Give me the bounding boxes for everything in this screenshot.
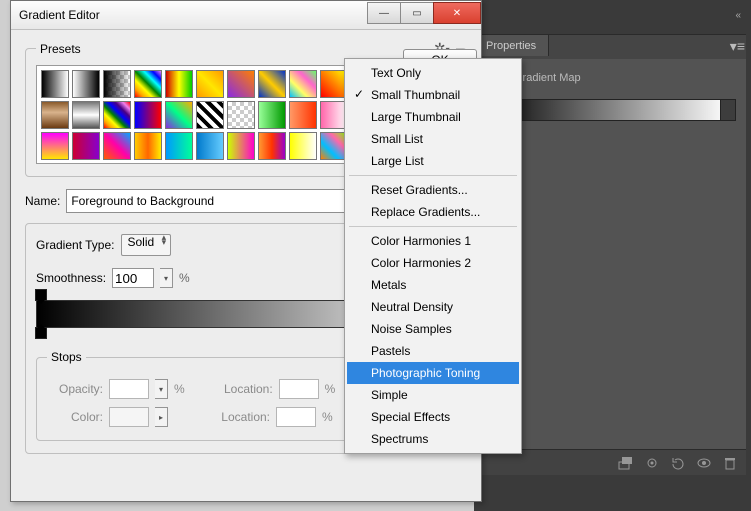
reset-icon[interactable] [670, 456, 686, 470]
tab-properties[interactable]: Properties [474, 35, 549, 56]
menu-item-replace-gradients[interactable]: Replace Gradients... [347, 201, 519, 223]
panel-flyout-icon[interactable]: ▾≡ [730, 38, 745, 55]
menu-item-metals[interactable]: Metals [347, 274, 519, 296]
window-minimize-button[interactable]: — [367, 2, 401, 24]
menu-item-photographic-toning[interactable]: Photographic Toning [347, 362, 519, 384]
preset-grid [36, 65, 352, 164]
preset-swatch[interactable] [72, 132, 100, 160]
location-label: Location: [217, 382, 273, 396]
menu-item-reset-gradients[interactable]: Reset Gradients... [347, 179, 519, 201]
dialog-title: Gradient Editor [19, 8, 367, 22]
preset-swatch[interactable] [289, 132, 317, 160]
smoothness-field[interactable] [112, 268, 154, 288]
view-previous-icon[interactable] [644, 456, 660, 470]
preset-swatch[interactable] [72, 70, 100, 98]
preset-swatch[interactable] [258, 101, 286, 129]
menu-item-small-thumbnail[interactable]: Small Thumbnail [347, 84, 519, 106]
preset-swatch[interactable] [103, 70, 131, 98]
panel-expand-icon[interactable]: « [735, 10, 741, 21]
preset-swatch[interactable] [103, 101, 131, 129]
menu-item-text-only[interactable]: Text Only [347, 62, 519, 84]
menu-item-special-effects[interactable]: Special Effects [347, 406, 519, 428]
opacity-dropdown: ▾ [155, 379, 168, 399]
gradient-map-picker-caret[interactable] [720, 99, 736, 121]
opacity-label: Opacity: [47, 382, 103, 396]
menu-item-noise-samples[interactable]: Noise Samples [347, 318, 519, 340]
stop-color-swatch [109, 407, 149, 427]
preset-swatch[interactable] [165, 132, 193, 160]
preset-swatch[interactable] [165, 70, 193, 98]
preset-swatch[interactable] [227, 132, 255, 160]
name-label: Name: [25, 194, 60, 208]
preset-swatch[interactable] [196, 101, 224, 129]
preset-swatch[interactable] [165, 101, 193, 129]
preset-swatch[interactable] [134, 132, 162, 160]
percent-label: % [325, 382, 336, 396]
color-label: Color: [47, 410, 103, 424]
stops-legend: Stops [47, 350, 86, 364]
preset-swatch[interactable] [258, 132, 286, 160]
preset-swatch[interactable] [41, 101, 69, 129]
preset-swatch[interactable] [227, 70, 255, 98]
preset-swatch[interactable] [289, 101, 317, 129]
trash-icon[interactable] [722, 456, 738, 470]
titlebar[interactable]: Gradient Editor — ▭ ✕ [11, 1, 481, 30]
color-stop-left[interactable] [35, 327, 47, 339]
smoothness-dropdown[interactable]: ▾ [160, 268, 173, 288]
menu-item-large-list[interactable]: Large List [347, 150, 519, 172]
panel-tabstrip: Properties [474, 34, 746, 60]
opacity-location-field [279, 379, 319, 399]
color-location-field [276, 407, 316, 427]
menu-separator [349, 175, 517, 176]
presets-legend: Presets [40, 42, 81, 56]
menu-item-simple[interactable]: Simple [347, 384, 519, 406]
percent-label: % [179, 271, 190, 285]
menu-item-color-harmonies-1[interactable]: Color Harmonies 1 [347, 230, 519, 252]
type-label: Gradient Type: [36, 238, 115, 252]
preset-swatch[interactable] [134, 70, 162, 98]
panel-heading: Gradient Map [514, 72, 581, 84]
smoothness-label: Smoothness: [36, 271, 106, 285]
preset-swatch[interactable] [134, 101, 162, 129]
visibility-icon[interactable] [696, 456, 712, 470]
preset-flyout-menu: Text Only Small Thumbnail Large Thumbnai… [344, 58, 522, 454]
menu-item-pastels[interactable]: Pastels [347, 340, 519, 362]
preset-swatch[interactable] [227, 101, 255, 129]
color-dropdown: ▸ [155, 407, 168, 427]
window-maximize-button[interactable]: ▭ [400, 2, 434, 24]
menu-item-large-thumbnail[interactable]: Large Thumbnail [347, 106, 519, 128]
window-close-button[interactable]: ✕ [433, 2, 481, 24]
preset-swatch[interactable] [196, 132, 224, 160]
preset-swatch[interactable] [72, 101, 100, 129]
opacity-stop-left[interactable] [35, 289, 47, 301]
menu-item-small-list[interactable]: Small List [347, 128, 519, 150]
menu-item-spectrums[interactable]: Spectrums [347, 428, 519, 450]
preset-swatch[interactable] [289, 70, 317, 98]
menu-item-neutral-density[interactable]: Neutral Density [347, 296, 519, 318]
preset-swatch[interactable] [103, 132, 131, 160]
preset-swatch[interactable] [41, 132, 69, 160]
clip-to-layer-icon[interactable] [618, 456, 634, 470]
preset-swatch[interactable] [258, 70, 286, 98]
gradient-type-select[interactable]: Solid [121, 234, 172, 256]
percent-label: % [174, 382, 185, 396]
opacity-field [109, 379, 149, 399]
menu-item-color-harmonies-2[interactable]: Color Harmonies 2 [347, 252, 519, 274]
location-label: Location: [214, 410, 270, 424]
preset-swatch[interactable] [41, 70, 69, 98]
menu-separator [349, 226, 517, 227]
preset-swatch[interactable] [196, 70, 224, 98]
percent-label: % [322, 410, 333, 424]
